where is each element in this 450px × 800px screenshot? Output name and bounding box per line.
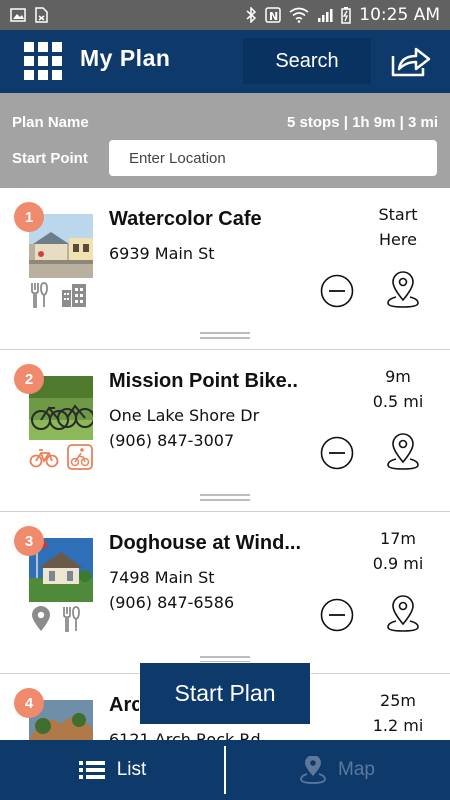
tab-map-label: Map — [338, 759, 375, 780]
stop-travel-info: Start Here — [358, 202, 438, 252]
stop-card[interactable]: 3 Doghouse at Wind... 7498 Main St (906)… — [0, 512, 450, 674]
show-on-map-icon[interactable] — [386, 594, 420, 634]
stop-address: 6939 Main St — [109, 244, 215, 263]
nav-divider — [224, 746, 226, 794]
app-header: My Plan Search — [0, 30, 450, 93]
stop-travel-info: 25m 1.2 mi — [358, 688, 438, 738]
start-point-label: Start Point — [12, 150, 88, 167]
stop-time-line1: 9m — [385, 367, 411, 386]
share-icon[interactable] — [390, 44, 432, 78]
start-location-input[interactable] — [109, 140, 437, 176]
remove-stop-icon[interactable] — [320, 436, 354, 470]
stops-list: 1 Watercolor Cafe 6939 Main St Start Her… — [0, 188, 450, 740]
stop-name[interactable]: Mission Point Bike.. — [109, 370, 298, 393]
bottom-nav: List Map — [0, 740, 450, 800]
my-plan-screen: N 10:25 AM My Plan Search Plan Name 5 st… — [0, 0, 450, 800]
remove-stop-icon[interactable] — [320, 274, 354, 308]
battery-icon — [341, 6, 352, 24]
sim-icon — [35, 7, 48, 23]
cyclist-icon — [67, 444, 93, 470]
show-on-map-icon[interactable] — [386, 270, 420, 310]
stop-time-line2: 1.2 mi — [372, 716, 424, 735]
tab-map[interactable]: Map — [225, 740, 450, 800]
plan-summary: 5 stops | 1h 9m | 3 mi — [287, 114, 438, 131]
nfc-icon: N — [265, 7, 282, 23]
map-pin-icon — [32, 606, 50, 631]
stop-travel-info: 9m 0.5 mi — [358, 364, 438, 414]
search-button[interactable]: Search — [243, 38, 371, 84]
drag-handle[interactable] — [200, 332, 250, 339]
signal-icon — [318, 9, 333, 22]
stop-time-line2: 0.9 mi — [372, 554, 424, 573]
bluetooth-icon — [246, 7, 257, 23]
dining-icon — [63, 606, 80, 632]
stop-address: One Lake Shore Dr — [109, 406, 260, 425]
stop-number-badge: 4 — [14, 688, 44, 718]
stop-number-badge: 3 — [14, 526, 44, 556]
status-bar: N 10:25 AM — [0, 0, 450, 30]
list-icon — [78, 761, 105, 779]
stop-time-line2: 0.5 mi — [372, 392, 424, 411]
stop-categories — [29, 606, 85, 632]
stop-card[interactable]: 2 Mission Point Bike.. One Lake Shore Dr… — [0, 350, 450, 512]
status-left-icons — [10, 7, 48, 23]
status-right-icons: N 10:25 AM — [245, 5, 440, 25]
remove-stop-icon[interactable] — [320, 598, 354, 632]
grid-menu-icon[interactable] — [24, 42, 62, 80]
bicycle-icon — [29, 449, 59, 468]
plan-name-label: Plan Name — [12, 114, 89, 131]
dining-icon — [31, 282, 48, 308]
buildings-icon — [62, 284, 86, 307]
stop-time-line2: Here — [379, 230, 417, 249]
tab-list[interactable]: List — [0, 740, 225, 800]
stop-name[interactable]: Watercolor Cafe — [109, 208, 262, 231]
stop-categories — [29, 282, 87, 308]
tab-list-label: List — [116, 759, 147, 780]
stop-categories — [29, 444, 93, 470]
stop-travel-info: 17m 0.9 mi — [358, 526, 438, 576]
svg-text:N: N — [269, 10, 278, 23]
stop-card[interactable]: 1 Watercolor Cafe 6939 Main St Start Her… — [0, 188, 450, 350]
gallery-icon — [10, 8, 26, 22]
stop-time-line1: Start — [378, 205, 418, 224]
stop-number-badge: 2 — [14, 364, 44, 394]
wifi-icon — [289, 7, 309, 23]
drag-handle[interactable] — [200, 494, 250, 501]
stop-phone[interactable]: (906) 847-6586 — [109, 593, 234, 612]
stop-address: 6121 Arch Rock Rd — [109, 730, 261, 740]
stop-phone[interactable]: (906) 847-3007 — [109, 431, 234, 450]
map-pin-icon — [300, 756, 326, 784]
status-time: 10:25 AM — [359, 5, 440, 25]
stop-time-line1: 17m — [380, 529, 416, 548]
stop-name[interactable]: Doghouse at Wind... — [109, 532, 301, 555]
stop-address: 7498 Main St — [109, 568, 215, 587]
plan-info-bar: Plan Name 5 stops | 1h 9m | 3 mi Start P… — [0, 93, 450, 188]
start-plan-button[interactable]: Start Plan — [139, 662, 311, 725]
page-title: My Plan — [80, 45, 171, 71]
show-on-map-icon[interactable] — [386, 432, 420, 472]
stop-name[interactable]: Arc — [109, 694, 142, 717]
stop-time-line1: 25m — [380, 691, 416, 710]
stop-number-badge: 1 — [14, 202, 44, 232]
